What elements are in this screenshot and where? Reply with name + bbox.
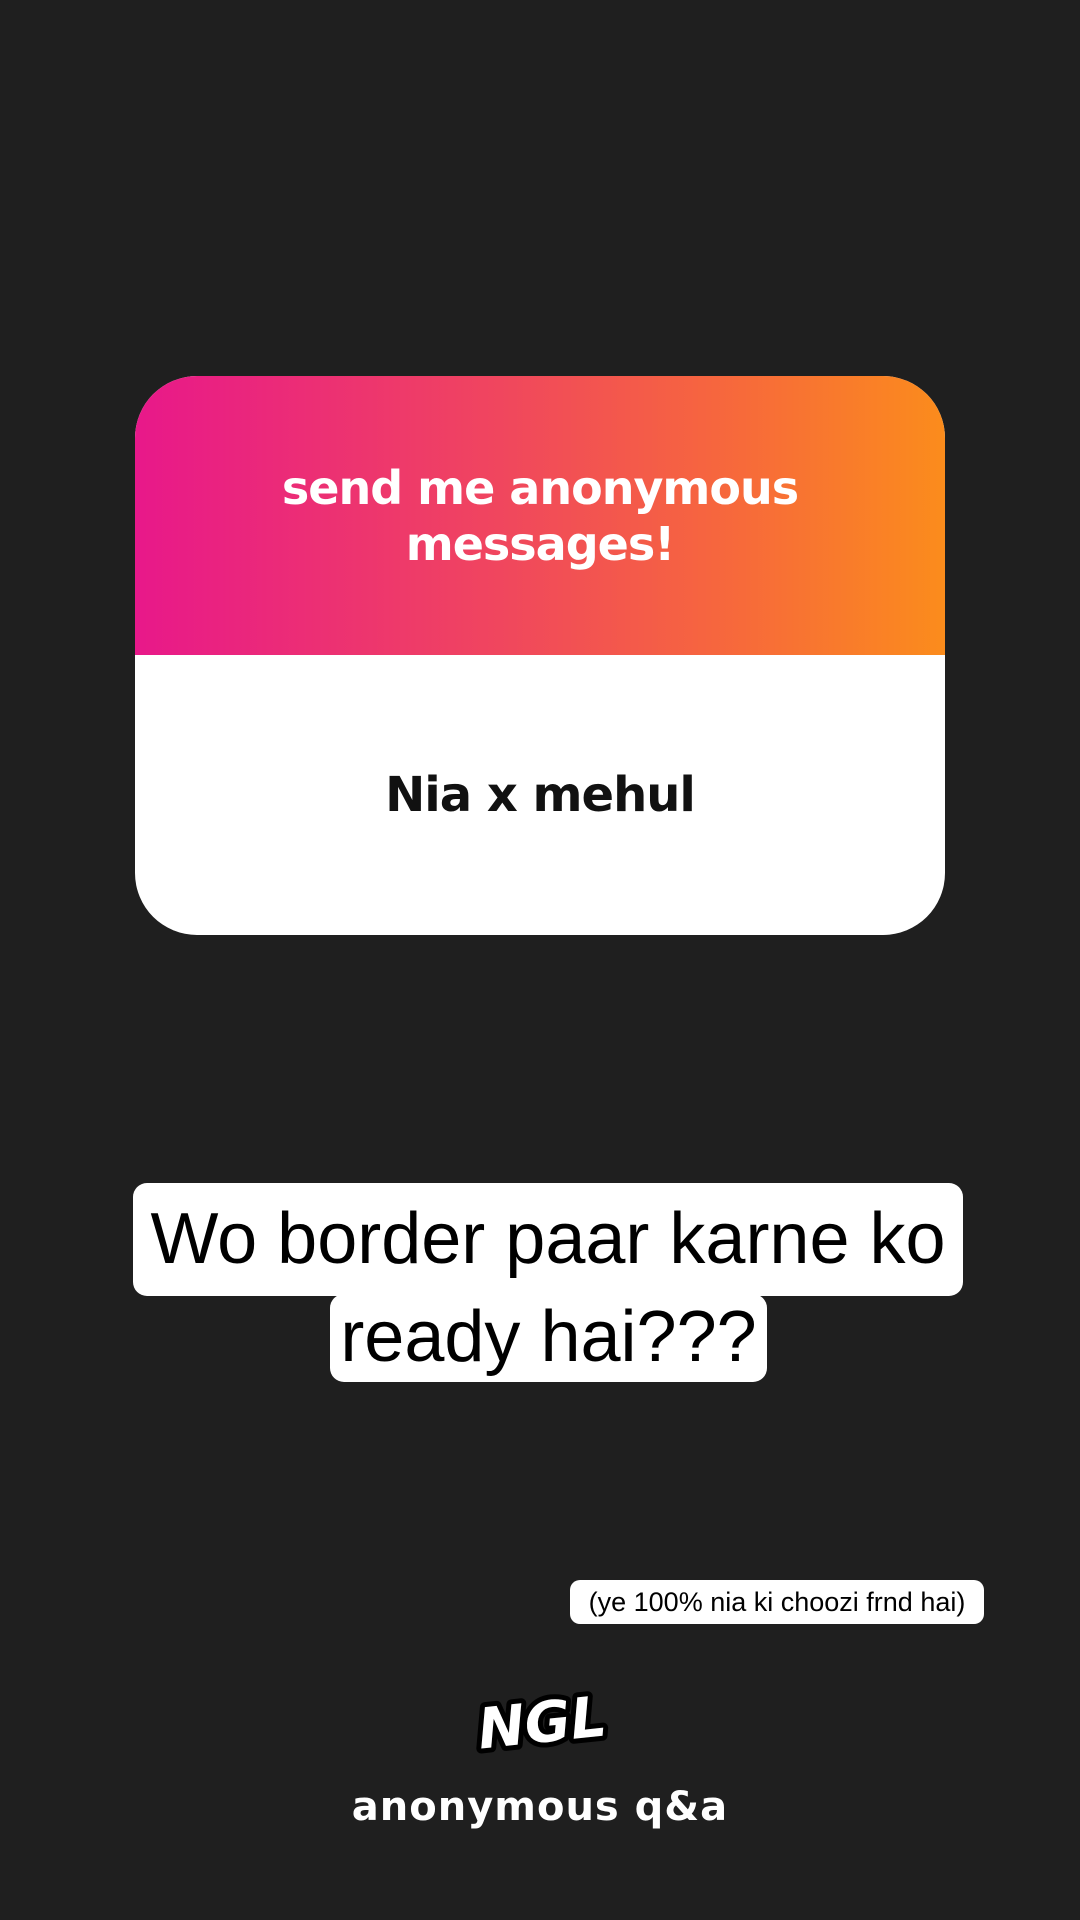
card-title: send me anonymous messages! [281, 460, 799, 571]
question-line-2: ready hai??? [330, 1294, 767, 1382]
card-answer-text: Nia x mehul [385, 767, 696, 823]
branding-subtitle: anonymous q&a [351, 1784, 729, 1830]
note-caption: (ye 100% nia ki choozi frnd hai) [570, 1580, 984, 1624]
ngl-logo: NGL [470, 1680, 614, 1764]
ngl-question-card: send me anonymous messages! Nia x mehul [135, 376, 945, 935]
card-header: send me anonymous messages! [135, 376, 945, 655]
ngl-logo-text: NGL [475, 1684, 610, 1762]
card-body: Nia x mehul [135, 655, 945, 935]
question-line-1: Wo border paar karne ko [133, 1183, 963, 1296]
